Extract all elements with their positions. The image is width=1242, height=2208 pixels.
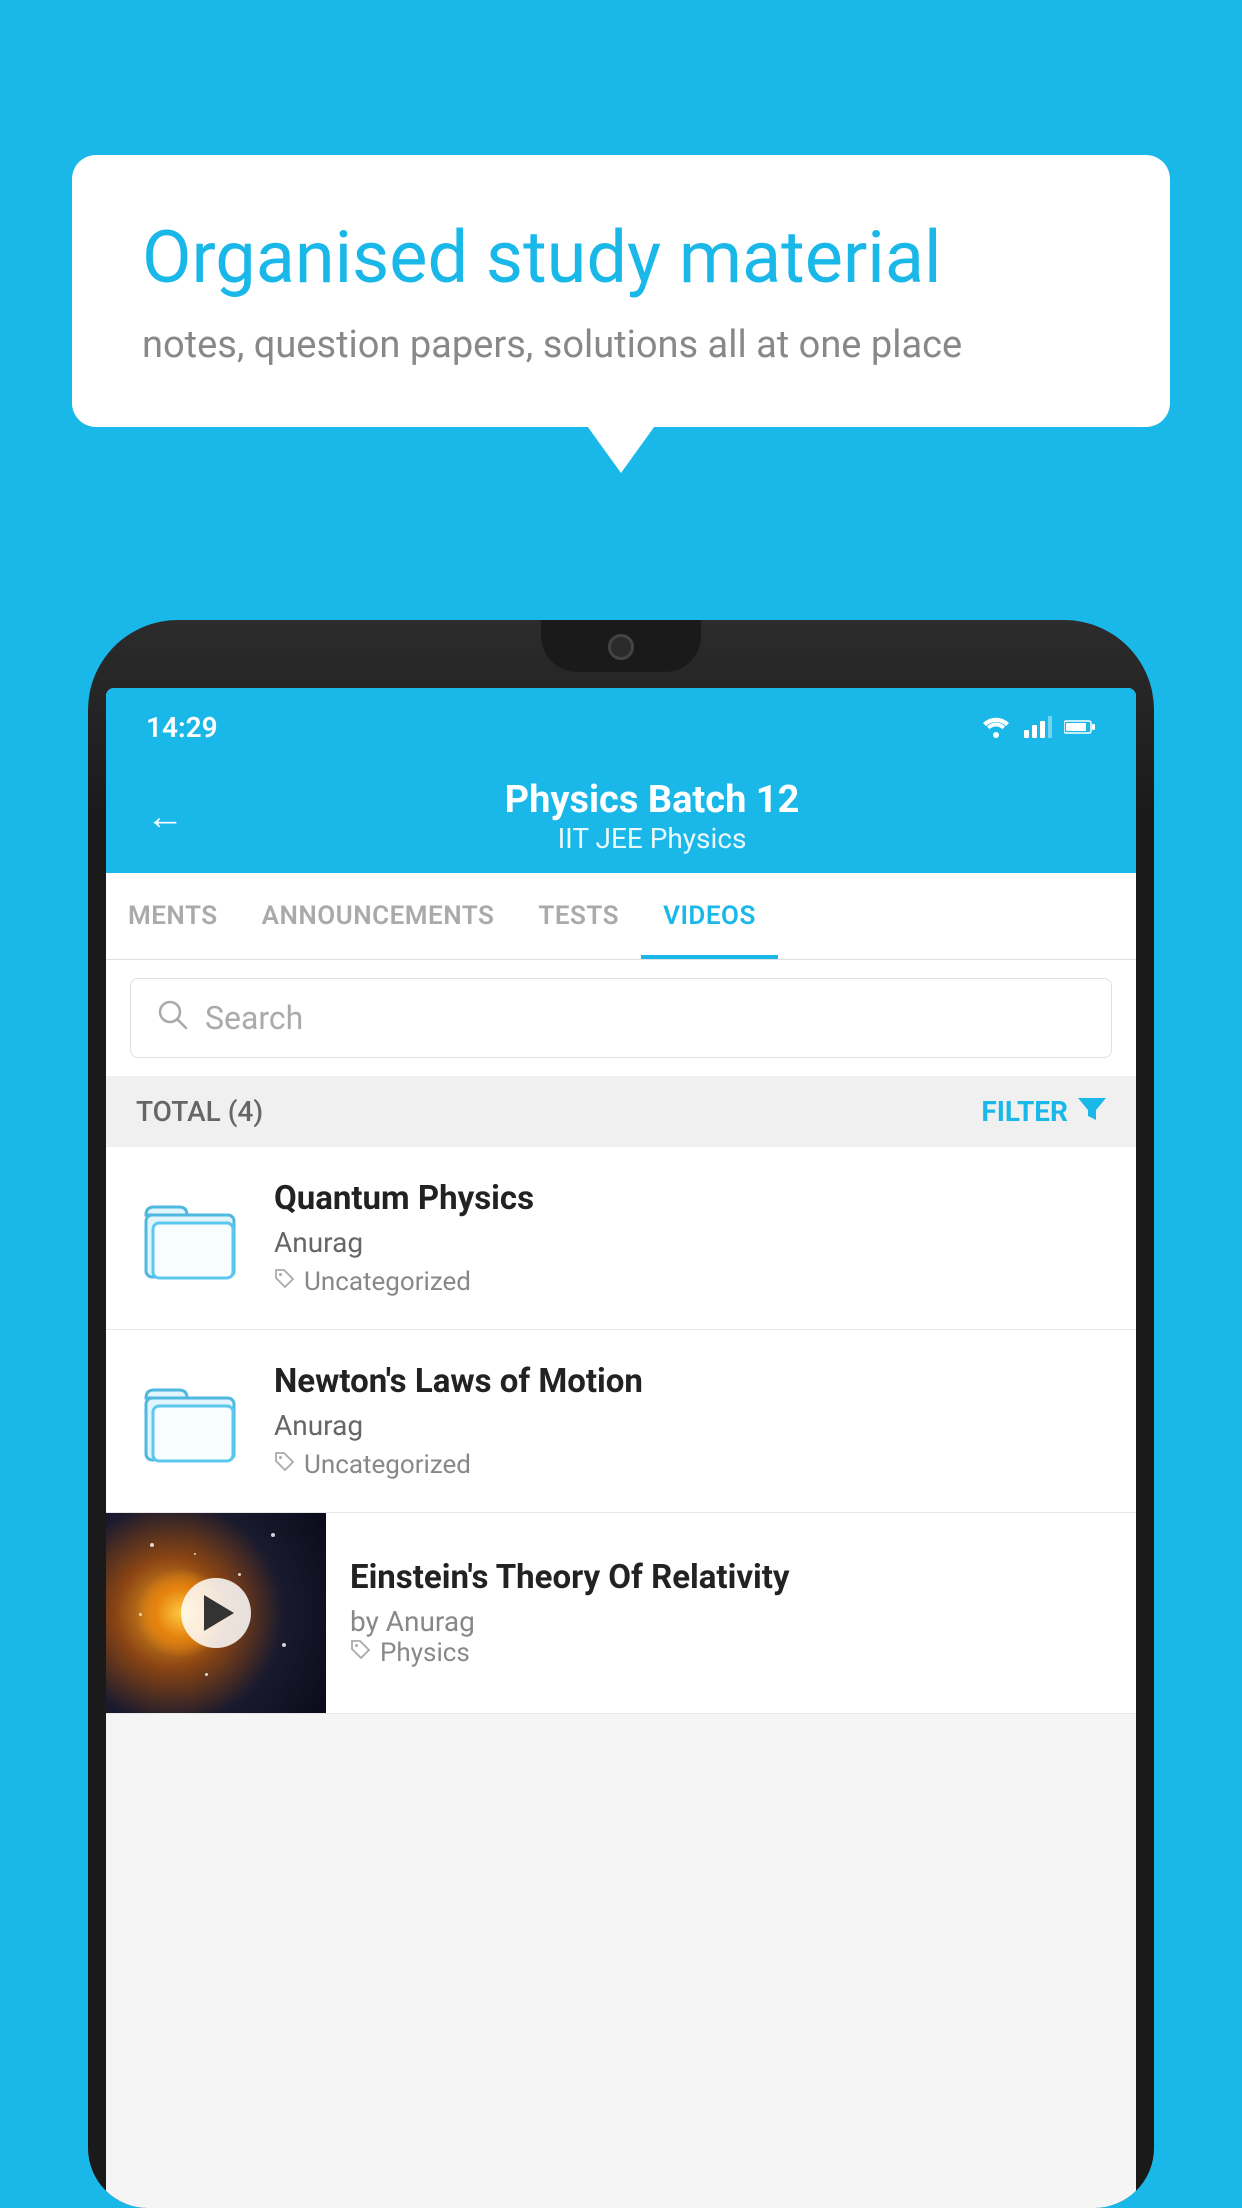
video-thumbnail-1 xyxy=(136,1183,246,1293)
search-container: Search xyxy=(106,960,1136,1076)
folder-icon xyxy=(141,1371,241,1471)
bubble-subtitle: notes, question papers, solutions all at… xyxy=(142,323,1100,367)
search-input-placeholder[interactable]: Search xyxy=(205,999,303,1037)
bubble-title: Organised study material xyxy=(142,215,1100,301)
video-tag-1: Uncategorized xyxy=(274,1267,1106,1297)
tab-ments[interactable]: MENTS xyxy=(106,873,240,959)
video-title-2: Newton's Laws of Motion xyxy=(274,1362,1106,1401)
folder-icon xyxy=(141,1188,241,1288)
video-tag-3: Physics xyxy=(350,1638,1112,1668)
app-header: ← Physics Batch 12 IIT JEE Physics xyxy=(106,756,1136,873)
video-author-2: Anurag xyxy=(274,1409,1106,1442)
phone-frame: 14:29 xyxy=(88,620,1154,2208)
status-time: 14:29 xyxy=(146,711,218,744)
wifi-icon xyxy=(980,716,1012,738)
tab-tests[interactable]: TESTS xyxy=(516,873,641,959)
video-tag-2: Uncategorized xyxy=(274,1450,1106,1480)
play-button[interactable] xyxy=(181,1578,251,1648)
header-center: Physics Batch 12 IIT JEE Physics xyxy=(208,778,1096,855)
tab-videos[interactable]: VIDEOS xyxy=(641,873,778,959)
speech-bubble: Organised study material notes, question… xyxy=(72,155,1170,427)
tag-icon xyxy=(350,1638,372,1668)
tag-icon xyxy=(274,1268,296,1296)
play-triangle-icon xyxy=(204,1595,234,1631)
video-info-3: Einstein's Theory Of Relativity by Anura… xyxy=(326,1534,1136,1692)
video-author-3: by Anurag xyxy=(350,1605,1112,1638)
front-camera xyxy=(608,634,634,660)
video-info-1: Quantum Physics Anurag Uncategorized xyxy=(274,1179,1106,1297)
video-info-2: Newton's Laws of Motion Anurag Uncategor… xyxy=(274,1362,1106,1480)
filter-bar: TOTAL (4) FILTER xyxy=(106,1076,1136,1147)
tab-announcements[interactable]: ANNOUNCEMENTS xyxy=(240,873,517,959)
speech-bubble-container: Organised study material notes, question… xyxy=(72,155,1170,427)
filter-button[interactable]: FILTER xyxy=(981,1094,1106,1129)
video-thumbnail-2 xyxy=(136,1366,246,1476)
battery-icon xyxy=(1064,718,1096,736)
list-item[interactable]: Einstein's Theory Of Relativity by Anura… xyxy=(106,1513,1136,1714)
video-list: Quantum Physics Anurag Uncategorized xyxy=(106,1147,1136,1714)
search-box[interactable]: Search xyxy=(130,978,1112,1058)
total-count: TOTAL (4) xyxy=(136,1095,263,1128)
search-icon xyxy=(155,997,189,1039)
back-button[interactable]: ← xyxy=(146,795,184,839)
status-bar: 14:29 xyxy=(106,688,1136,756)
status-icons xyxy=(980,716,1096,738)
video-title-1: Quantum Physics xyxy=(274,1179,1106,1218)
tab-bar: MENTS ANNOUNCEMENTS TESTS VIDEOS xyxy=(106,873,1136,960)
list-item[interactable]: Quantum Physics Anurag Uncategorized xyxy=(106,1147,1136,1330)
video-author-1: Anurag xyxy=(274,1226,1106,1259)
video-thumbnail-3 xyxy=(106,1513,326,1713)
video-title-3: Einstein's Theory Of Relativity xyxy=(350,1558,1112,1597)
tag-icon xyxy=(274,1451,296,1479)
phone-notch xyxy=(541,620,701,672)
header-title: Physics Batch 12 xyxy=(208,778,1096,822)
signal-icon xyxy=(1024,716,1052,738)
list-item[interactable]: Newton's Laws of Motion Anurag Uncategor… xyxy=(106,1330,1136,1513)
header-subtitle: IIT JEE Physics xyxy=(208,822,1096,855)
phone-screen: 14:29 xyxy=(106,688,1136,2208)
filter-icon xyxy=(1078,1094,1106,1129)
